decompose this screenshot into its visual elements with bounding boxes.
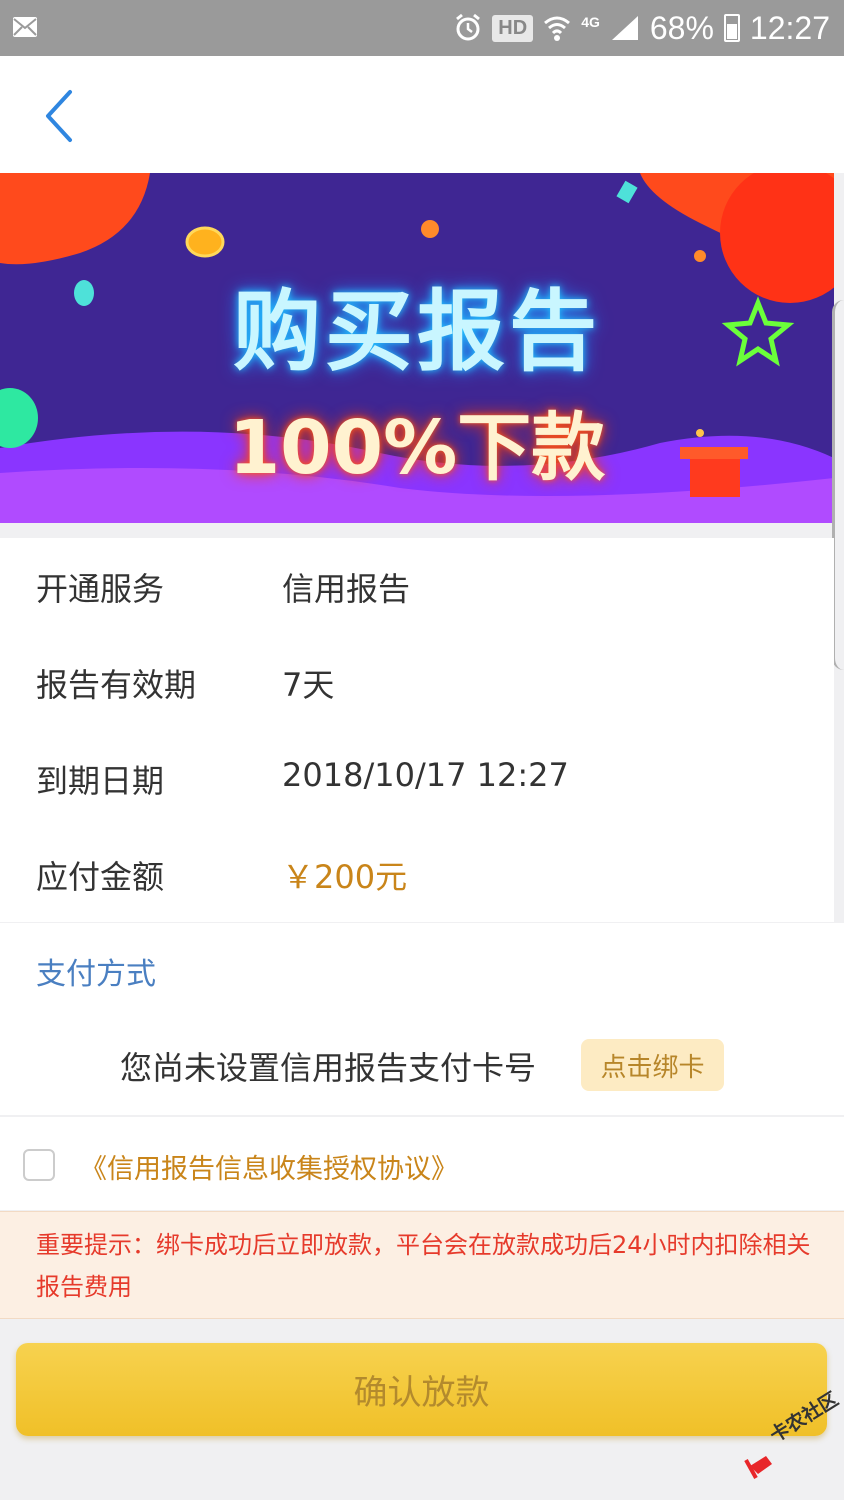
- banner-subtitle: 100%下款: [228, 405, 606, 491]
- agreement-panel: 《信用报告信息收集授权协议》: [0, 1117, 844, 1210]
- validity-label: 报告有效期: [36, 666, 197, 704]
- service-label: 开通服务: [36, 570, 165, 608]
- payment-method-panel: 支付方式 您尚未设置信用报告支付卡号 点击绑卡: [0, 923, 844, 1115]
- signal-icon: [611, 16, 638, 40]
- mail-icon: [13, 17, 37, 37]
- important-notice: 重要提示：绑卡成功后立即放款，平台会在放款成功后24小时内扣除相关报告费用: [0, 1211, 844, 1319]
- hd-badge: HD: [492, 14, 534, 42]
- notice-text: 重要提示：绑卡成功后立即放款，平台会在放款成功后24小时内扣除相关报告费用: [36, 1231, 811, 1301]
- banner-title: 购买报告: [232, 280, 601, 383]
- promo-banner: 购买报告 100%下款: [0, 173, 834, 523]
- no-card-message: 您尚未设置信用报告支付卡号: [120, 1049, 537, 1087]
- validity-row: 报告有效期 7天: [0, 634, 834, 730]
- service-row: 开通服务 信用报告: [0, 538, 834, 634]
- expiry-value: 2018/10/17 12:27: [282, 756, 569, 794]
- clock-time: 12:27: [749, 9, 830, 46]
- bind-card-button[interactable]: 点击绑卡: [581, 1039, 724, 1091]
- wifi-icon: [544, 16, 571, 41]
- amount-label: 应付金额: [36, 858, 165, 896]
- chevron-left-icon[interactable]: [36, 86, 84, 146]
- confirm-loan-button[interactable]: 确认放款: [16, 1343, 827, 1436]
- status-bar: HD 4G 68% 12:27: [0, 0, 844, 56]
- nav-bar: [0, 56, 844, 173]
- validity-value: 7天: [282, 666, 335, 704]
- amount-value: ￥200元: [282, 858, 408, 896]
- battery-icon: [723, 14, 740, 42]
- agreement-checkbox[interactable]: [23, 1149, 55, 1181]
- network-type-label: 4G: [581, 14, 600, 30]
- service-value: 信用报告: [282, 570, 411, 608]
- expiry-row: 到期日期 2018/10/17 12:27: [0, 730, 834, 826]
- battery-percent: 68%: [649, 9, 714, 46]
- alarm-icon: [456, 13, 481, 41]
- agreement-link[interactable]: 《信用报告信息收集授权协议》: [80, 1147, 458, 1186]
- amount-row: 应付金额 ￥200元: [0, 826, 834, 922]
- order-info-panel: 开通服务 信用报告 报告有效期 7天 到期日期 2018/10/17 12:27…: [0, 538, 834, 922]
- payment-method-title: 支付方式: [36, 957, 156, 992]
- expiry-label: 到期日期: [36, 762, 165, 800]
